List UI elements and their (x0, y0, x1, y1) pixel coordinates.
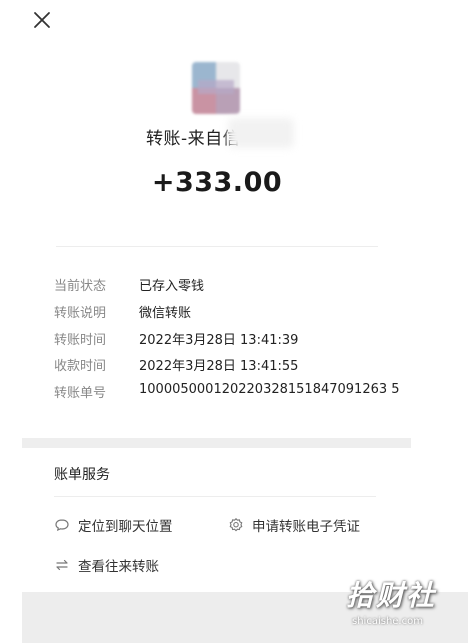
sender-name-redacted (228, 118, 294, 148)
close-icon (34, 12, 50, 28)
detail-label: 转账说明 (54, 306, 107, 321)
locate-chat-label: 定位到聊天位置 (78, 519, 173, 535)
view-transfers-label: 查看往来转账 (78, 559, 159, 575)
section-separator (22, 438, 411, 448)
watermark-url: shicaishe.com (352, 616, 423, 627)
detail-value: 微信转账 (139, 306, 192, 321)
close-button[interactable] (30, 8, 54, 32)
divider (54, 496, 376, 497)
detail-label: 当前状态 (54, 279, 107, 294)
transfer-detail-page: 转账-来自信 +333.00 当前状态 已存入零钱 转账说明 微信转账 转账时间… (0, 0, 468, 643)
detail-value: 100005000120220328151847091263 5 (139, 382, 400, 397)
certificate-icon (228, 517, 244, 533)
avatar (192, 62, 240, 114)
section-title-bill-services: 账单服务 (54, 467, 110, 483)
sender-label: 转账-来自信 (146, 129, 241, 149)
detail-row-transfer-id: 转账单号 100005000120220328151847091263 5 (0, 382, 468, 404)
divider (56, 246, 378, 247)
transfer-amount: +333.00 (151, 167, 283, 198)
request-certificate-label: 申请转账电子凭证 (252, 519, 360, 535)
watermark-text: 拾财社 (346, 579, 437, 612)
detail-row-status: 当前状态 已存入零钱 (0, 275, 468, 297)
exchange-arrows-icon (54, 557, 70, 573)
detail-value: 2022年3月28日 13:41:55 (139, 359, 299, 374)
detail-label: 收款时间 (54, 359, 107, 374)
detail-row-receive-time: 收款时间 2022年3月28日 13:41:55 (0, 355, 468, 377)
detail-label: 转账单号 (54, 386, 107, 401)
chat-bubble-icon (54, 517, 70, 533)
detail-value: 已存入零钱 (139, 279, 205, 294)
watermark: 拾财社 shicaishe.com (346, 574, 456, 634)
detail-label: 转账时间 (54, 333, 107, 348)
detail-row-note: 转账说明 微信转账 (0, 302, 468, 324)
detail-row-transfer-time: 转账时间 2022年3月28日 13:41:39 (0, 329, 468, 351)
detail-value: 2022年3月28日 13:41:39 (139, 333, 299, 348)
